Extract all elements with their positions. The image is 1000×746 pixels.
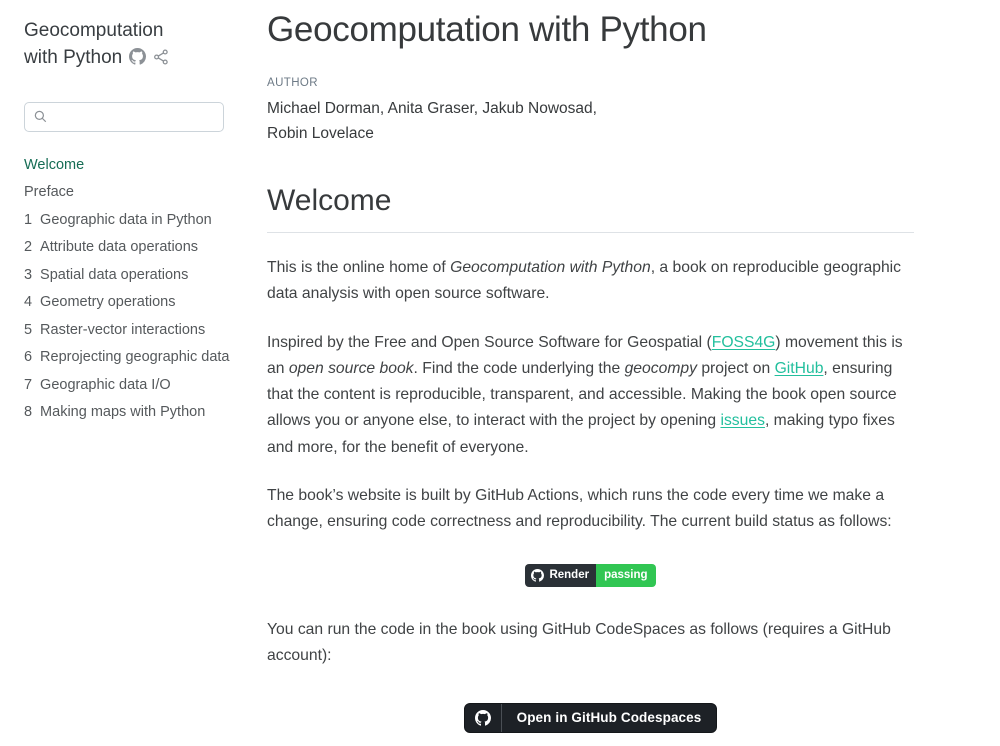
paragraph-build-status: The book’s website is built by GitHub Ac…	[267, 483, 914, 535]
paragraph-open-source: Inspired by the Free and Open Source Sof…	[267, 330, 914, 461]
share-nodes-icon[interactable]	[153, 49, 169, 65]
sidebar-item-ch1[interactable]: 1Geographic data in Python	[24, 209, 236, 231]
render-status-badge[interactable]: Render passing	[525, 564, 655, 587]
badge-passing-segment: passing	[596, 564, 655, 587]
sidebar-search	[24, 102, 224, 132]
paragraph-codespaces: You can run the code in the book using G…	[267, 617, 914, 669]
sidebar-item-ch8[interactable]: 8Making maps with Python	[24, 401, 236, 423]
nav-label: Reprojecting geographic data	[40, 349, 229, 365]
nav-label: Geographic data in Python	[40, 212, 212, 228]
sidebar-item-ch5[interactable]: 5Raster-vector interactions	[24, 319, 236, 341]
nav-label: Attribute data operations	[40, 239, 198, 255]
nav-label: Geographic data I/O	[40, 377, 171, 393]
github-icon[interactable]	[129, 48, 146, 65]
author-label: AUTHOR	[267, 77, 914, 89]
sidebar-item-ch7[interactable]: 7Geographic data I/O	[24, 374, 236, 396]
sidebar-item-ch4[interactable]: 4Geometry operations	[24, 291, 236, 313]
sidebar-item-preface[interactable]: Preface	[24, 181, 236, 203]
nav-label: Preface	[24, 184, 74, 200]
sidebar-item-ch6[interactable]: 6Reprojecting geographic data	[24, 346, 236, 368]
nav-label: Geometry operations	[40, 294, 175, 310]
author-names: Michael Dorman, Anita Graser, Jakub Nowo…	[267, 96, 914, 146]
main-content: Geocomputation with Python AUTHOR Michae…	[250, 0, 950, 746]
paragraph-intro: This is the online home of Geocomputatio…	[267, 255, 914, 307]
welcome-heading: Welcome	[267, 184, 914, 233]
nav-label: Welcome	[24, 157, 84, 173]
sidebar: Geocomputation with Python Welcome Prefa…	[0, 0, 250, 746]
author-line-1: Michael Dorman, Anita Graser, Jakub Nowo…	[267, 96, 914, 121]
sidebar-item-ch2[interactable]: 2Attribute data operations	[24, 236, 236, 258]
github-link[interactable]: GitHub	[775, 360, 824, 377]
nav-label: Spatial data operations	[40, 267, 188, 283]
codespaces-button-block: Open in GitHub Codespaces	[267, 703, 914, 733]
author-line-2: Robin Lovelace	[267, 121, 914, 146]
sidebar-item-welcome[interactable]: Welcome	[24, 154, 236, 176]
nav-label: Making maps with Python	[40, 404, 205, 420]
badge-render-segment: Render	[525, 564, 596, 587]
search-input[interactable]	[24, 102, 224, 132]
issues-link[interactable]: issues	[720, 412, 764, 429]
build-badge-block: Render passing	[267, 564, 914, 587]
sidebar-nav: Welcome Preface 1Geographic data in Pyth…	[24, 154, 236, 424]
github-icon	[465, 704, 502, 732]
page-title: Geocomputation with Python	[267, 10, 914, 50]
open-codespaces-button[interactable]: Open in GitHub Codespaces	[464, 703, 718, 733]
sidebar-book-title: Geocomputation with Python	[24, 18, 202, 72]
page: Geocomputation with Python Welcome Prefa…	[0, 0, 1000, 746]
sidebar-item-ch3[interactable]: 3Spatial data operations	[24, 264, 236, 286]
foss4g-link[interactable]: FOSS4G	[712, 334, 776, 351]
book-title-italic: Geocomputation with Python	[450, 259, 651, 276]
github-icon	[531, 569, 544, 582]
nav-label: Raster-vector interactions	[40, 322, 205, 338]
